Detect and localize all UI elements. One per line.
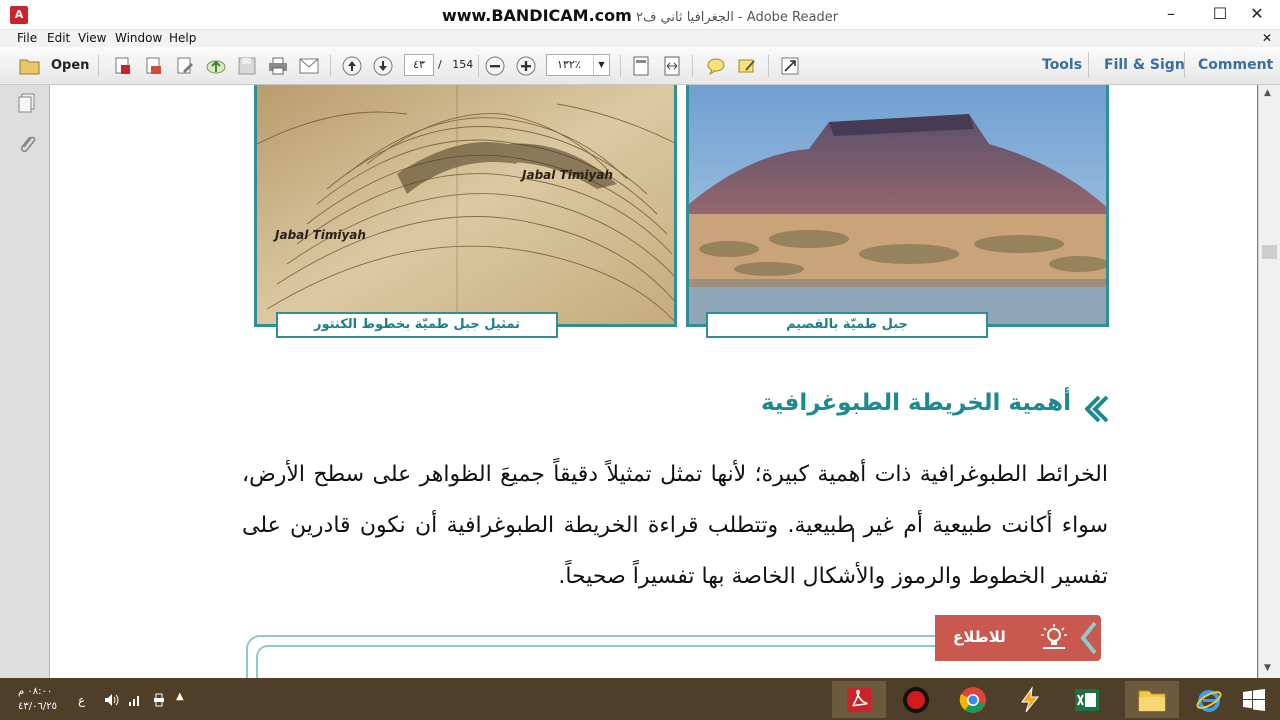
- menu-window[interactable]: Window: [115, 30, 162, 45]
- menu-view[interactable]: View: [78, 30, 106, 45]
- next-page-icon[interactable]: [371, 54, 395, 78]
- open-folder-icon[interactable]: [18, 54, 42, 78]
- print-icon[interactable]: [266, 54, 290, 78]
- clock-date: ٤٣/٠٦/٢٥: [18, 701, 57, 712]
- zoom-out-icon[interactable]: [483, 54, 507, 78]
- mountain-photo-caption: جبل طميّة بالقصيم: [706, 312, 988, 338]
- lightbulb-icon: [1039, 623, 1069, 655]
- menu-help[interactable]: Help: [169, 30, 196, 45]
- taskbar-winamp-icon[interactable]: [1003, 681, 1057, 718]
- contour-map-image: Jabal Timiyah Jabal Timiyah: [254, 85, 677, 327]
- page-total: / 154: [438, 58, 474, 71]
- save-icon[interactable]: [235, 54, 259, 78]
- body-paragraph: الخرائط الطبوغرافية ذات أهمية كبيرة؛ لأن…: [242, 462, 1108, 589]
- taskbar-excel-icon[interactable]: [1060, 681, 1114, 718]
- map-label-east: Jabal Timiyah: [520, 168, 613, 182]
- pdf-page: Jabal Timiyah Jabal Timiyah تمثيل جبل طم…: [50, 85, 1257, 678]
- highlight-icon[interactable]: [735, 54, 759, 78]
- page-number-input[interactable]: ٤٣: [404, 54, 434, 76]
- minimize-button[interactable]: –: [1148, 0, 1194, 30]
- section-heading: أهمية الخريطة الطبوغرافية: [760, 390, 1071, 416]
- menu-edit[interactable]: Edit: [47, 30, 70, 45]
- close-button[interactable]: ✕: [1234, 0, 1280, 30]
- scrollbar-thumb[interactable]: [1262, 245, 1277, 259]
- fit-width-icon[interactable]: [660, 54, 684, 78]
- text-cursor-icon: [852, 528, 854, 542]
- taskbar-adobe-reader-icon[interactable]: [832, 681, 886, 718]
- document-view[interactable]: Jabal Timiyah Jabal Timiyah تمثيل جبل طم…: [50, 85, 1260, 678]
- scroll-down-icon[interactable]: ▼: [1264, 663, 1271, 673]
- menu-file[interactable]: File: [17, 30, 37, 45]
- document-title: الجغرافيا ثاني ف٢ - Adobe Reader: [635, 10, 839, 25]
- attachments-icon[interactable]: [18, 133, 36, 159]
- info-tab: للاطلاع: [935, 615, 1101, 661]
- comment-button[interactable]: Comment: [1198, 57, 1273, 73]
- taskbar-internet-explorer-icon[interactable]: [1182, 681, 1236, 718]
- menu-bar: File Edit View Window Help ✕: [0, 30, 1280, 47]
- zoom-value: ١٣٢٪: [557, 58, 581, 71]
- navigation-pane: [0, 85, 50, 678]
- input-language[interactable]: ع: [78, 693, 85, 707]
- tools-button[interactable]: Tools: [1042, 57, 1082, 73]
- clock-time: ٠٨:٠٠ م: [18, 686, 53, 697]
- fill-sign-button[interactable]: Fill & Sign: [1104, 57, 1185, 73]
- scroll-up-icon[interactable]: ▲: [1264, 88, 1271, 98]
- zoom-in-icon[interactable]: [514, 54, 538, 78]
- open-button-label[interactable]: Open: [51, 58, 89, 73]
- window-title: www.BANDICAM.com الجغرافيا ثاني ف٢ - Ado…: [0, 6, 1280, 25]
- mountain-photo: [686, 85, 1109, 327]
- heading-chevron-icon: [1084, 395, 1109, 427]
- fit-page-icon[interactable]: [629, 54, 653, 78]
- recording-watermark: www.BANDICAM.com: [441, 6, 632, 25]
- taskbar-chrome-icon[interactable]: [946, 681, 1000, 718]
- previous-page-icon[interactable]: [340, 54, 364, 78]
- close-document-icon[interactable]: ✕: [1262, 30, 1272, 45]
- contour-map-caption: تمثيل جبل طميّة بخطوط الكنتور: [276, 312, 558, 338]
- taskbar-bandicam-icon[interactable]: [889, 681, 943, 718]
- map-label-west: Jabal Timiyah: [273, 228, 366, 242]
- info-box-inner-frame: [256, 645, 946, 678]
- volume-icon[interactable]: [104, 692, 120, 711]
- title-bar: A www.BANDICAM.com الجغرافيا ثاني ف٢ - A…: [0, 0, 1280, 30]
- info-tab-label: للاطلاع: [953, 628, 1006, 646]
- network-icon[interactable]: [128, 692, 142, 711]
- full-screen-icon[interactable]: [778, 54, 802, 78]
- taskbar-file-explorer-icon[interactable]: [1125, 681, 1179, 718]
- edit-pdf-icon[interactable]: [173, 54, 197, 78]
- chevron-down-icon[interactable]: ▼: [593, 55, 609, 75]
- create-pdf-icon[interactable]: [111, 54, 135, 78]
- usb-device-icon[interactable]: [152, 692, 166, 711]
- zoom-select[interactable]: ١٣٢٪ ▼: [546, 54, 610, 76]
- show-hidden-icons-icon[interactable]: ▲: [176, 691, 184, 702]
- sticky-note-icon[interactable]: [704, 54, 728, 78]
- info-chevron-icon: [1079, 621, 1099, 659]
- export-pdf-icon[interactable]: [142, 54, 166, 78]
- page-thumbnails-icon[interactable]: [18, 93, 36, 117]
- vertical-scrollbar[interactable]: ▲ ▼: [1258, 85, 1280, 678]
- upload-cloud-icon[interactable]: [204, 54, 228, 78]
- windows-start-icon[interactable]: [1242, 688, 1266, 716]
- email-icon[interactable]: [297, 54, 321, 78]
- toolbar: Open: [0, 47, 1280, 85]
